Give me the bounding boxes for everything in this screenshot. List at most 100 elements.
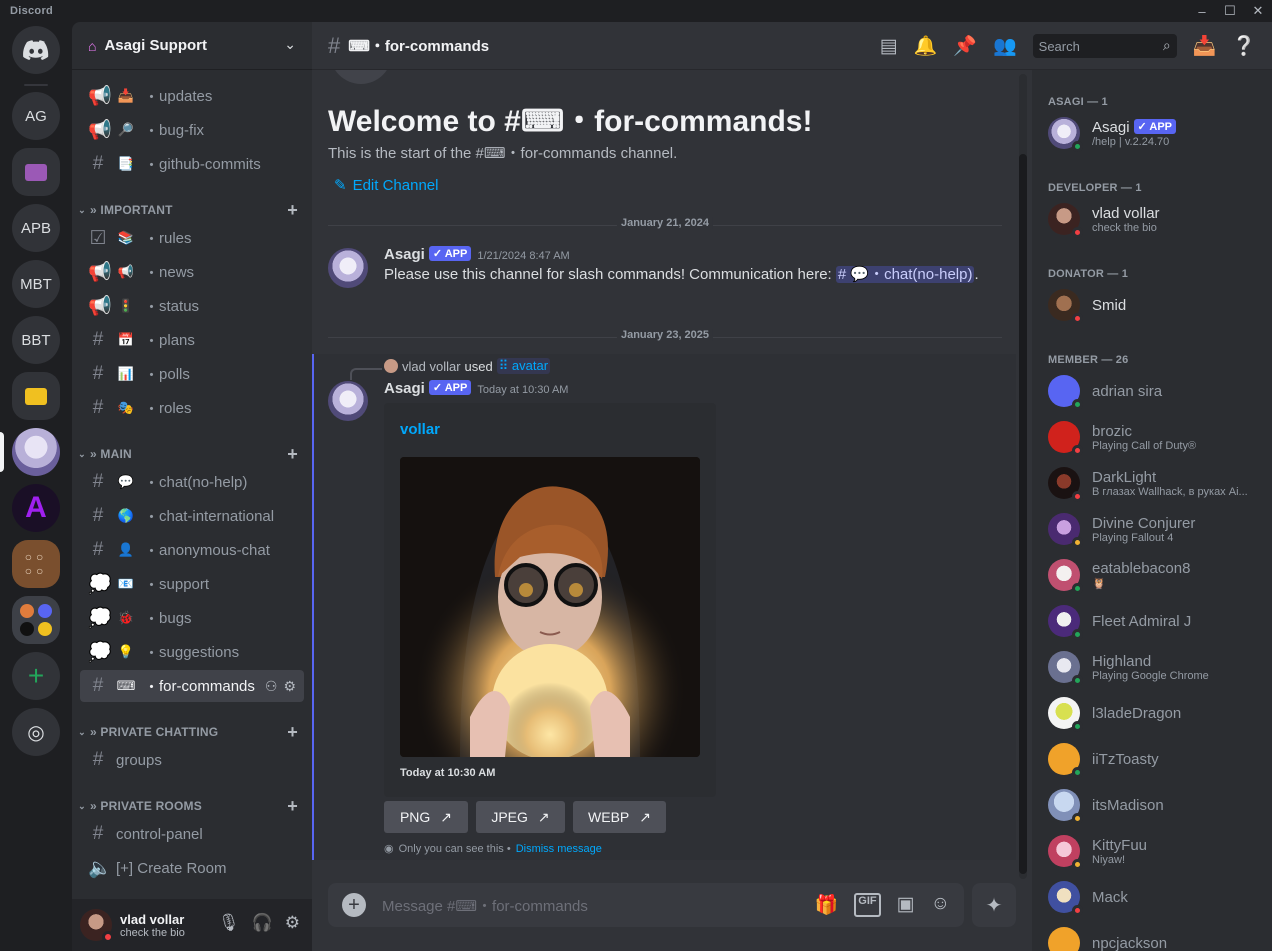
- server-folder-mixed[interactable]: [12, 596, 60, 644]
- server-folder-yellow[interactable]: [12, 372, 60, 420]
- avatar[interactable]: [80, 909, 114, 943]
- add-server-icon[interactable]: +: [12, 652, 60, 700]
- server-a-logo[interactable]: A: [12, 484, 60, 532]
- create-channel-icon[interactable]: +: [287, 444, 298, 465]
- webp-button[interactable]: WEBP ↗: [573, 801, 666, 833]
- guild-header[interactable]: ⌂ Asagi Support ⌄: [72, 22, 312, 70]
- member-item[interactable]: adrian sira: [1040, 370, 1264, 412]
- channel-news[interactable]: 📢 📢 ・ news: [80, 256, 304, 288]
- gift-icon[interactable]: 🎁: [815, 893, 839, 917]
- apps-button[interactable]: ✦: [972, 883, 1016, 927]
- dismiss-message-link[interactable]: Dismiss message: [516, 843, 602, 855]
- help-icon[interactable]: ❔: [1232, 34, 1256, 58]
- member-item[interactable]: Highland Playing Google Chrome: [1040, 646, 1264, 688]
- inbox-icon[interactable]: 📥: [1193, 34, 1217, 58]
- member-item[interactable]: Mack: [1040, 876, 1264, 918]
- channel-support[interactable]: 💭 📧 ・ support: [80, 568, 304, 600]
- member-item[interactable]: Asagi ✓ APP /help | v.2.24.70: [1040, 112, 1264, 154]
- channel-bug-fix[interactable]: 📢 🔎 ・ bug-fix: [80, 114, 304, 146]
- channel-mention[interactable]: # 💬・chat(no-help): [835, 266, 975, 283]
- server-ag[interactable]: AG: [12, 92, 60, 140]
- server-bbt[interactable]: BBT: [12, 316, 60, 364]
- server-asagi-support[interactable]: [12, 428, 60, 476]
- category-important[interactable]: ⌄ » IMPORTANT +: [76, 198, 308, 222]
- create-channel-icon[interactable]: +: [287, 796, 298, 817]
- member-item[interactable]: KittyFuu Niyaw!: [1040, 830, 1264, 872]
- server-folder-purple[interactable]: [12, 148, 60, 196]
- discover-compass-icon[interactable]: ◎: [12, 708, 60, 756]
- member-item[interactable]: brozic Playing Call of Duty®: [1040, 416, 1264, 458]
- channel-bugs[interactable]: 💭 🐞 ・ bugs: [80, 602, 304, 634]
- avatar-image[interactable]: [400, 457, 700, 757]
- channel-for-commands[interactable]: # ⌨ ・ for-commands ⚇ ⚙: [80, 670, 304, 702]
- channel-github-commits[interactable]: # 📑 ・ github-commits: [80, 148, 304, 180]
- sticker-icon[interactable]: ▣: [897, 893, 915, 917]
- invite-icon[interactable]: ⚇: [265, 678, 278, 695]
- edit-channel-link[interactable]: ✎ Edit Channel: [334, 176, 438, 195]
- message-author[interactable]: Asagi: [384, 380, 425, 397]
- channel-plans[interactable]: # 📅 ・ plans: [80, 324, 304, 356]
- create-channel-icon[interactable]: +: [287, 200, 298, 221]
- emoji-icon[interactable]: ☺: [931, 893, 950, 917]
- member-item[interactable]: l3ladeDragon: [1040, 692, 1264, 734]
- png-button[interactable]: PNG ↗: [384, 801, 468, 833]
- close-icon[interactable]: ✕: [1244, 0, 1272, 22]
- server-mbt[interactable]: MBT: [12, 260, 60, 308]
- bell-icon[interactable]: 🔔: [914, 34, 938, 58]
- attach-plus-icon[interactable]: +: [342, 893, 366, 917]
- channel-anonymous-chat[interactable]: # 👤 ・ anonymous-chat: [80, 534, 304, 566]
- server-folder-brown[interactable]: ○○ ○○: [12, 540, 60, 588]
- member-item[interactable]: Smid: [1040, 284, 1264, 326]
- jpeg-button[interactable]: JPEG ↗: [476, 801, 565, 833]
- channel-suggestions[interactable]: 💭 💡 ・ suggestions: [80, 636, 304, 668]
- member-item[interactable]: eatablebacon8 🦉: [1040, 554, 1264, 596]
- minimize-icon[interactable]: –: [1188, 0, 1216, 22]
- embed-title[interactable]: vollar: [400, 421, 440, 438]
- avatar[interactable]: [328, 248, 368, 288]
- server-apb[interactable]: APB: [12, 204, 60, 252]
- category-main[interactable]: ⌄ » MAIN +: [76, 442, 308, 466]
- create-channel-icon[interactable]: +: [287, 722, 298, 743]
- microphone-icon[interactable]: 🎙: [218, 913, 240, 933]
- reply-username[interactable]: vlad vollar: [402, 359, 461, 374]
- headphones-icon[interactable]: 🎧: [252, 913, 273, 933]
- member-item[interactable]: iiTzToasty: [1040, 738, 1264, 780]
- scrollbar[interactable]: [1019, 74, 1027, 879]
- scrollbar-thumb[interactable]: [1019, 154, 1027, 874]
- channel-chat-international[interactable]: # 🌎 ・ chat-international: [80, 500, 304, 532]
- gear-icon[interactable]: ⚙: [285, 913, 300, 933]
- threads-icon[interactable]: ▤: [880, 35, 898, 58]
- channel-control-panel[interactable]: # control-panel: [80, 818, 304, 850]
- date-label: January 23, 2025: [616, 329, 714, 341]
- member-item[interactable]: npcjackson: [1040, 922, 1264, 951]
- channel-status[interactable]: 📢 🚦 ・ status: [80, 290, 304, 322]
- channel-create-room[interactable]: 🔈 [+] Create Room: [80, 852, 304, 884]
- maximize-icon[interactable]: ☐: [1216, 0, 1244, 22]
- chevron-down-icon[interactable]: ⌄: [284, 36, 296, 53]
- pin-icon[interactable]: 📌: [953, 34, 977, 58]
- message-input[interactable]: Message #⌨・for-commands: [382, 895, 588, 916]
- member-item[interactable]: Divine Conjurer Playing Fallout 4: [1040, 508, 1264, 550]
- channel-rules[interactable]: ☑ 📚 ・ rules: [80, 222, 304, 254]
- channel-groups[interactable]: # groups: [80, 744, 304, 776]
- home-button[interactable]: [12, 26, 60, 74]
- gear-icon[interactable]: ⚙: [283, 678, 296, 695]
- channel-updates[interactable]: 📢 📥 ・ updates: [80, 80, 304, 112]
- slash-command-link[interactable]: ⠿ avatar: [496, 358, 551, 374]
- search-input[interactable]: Search ⌕: [1032, 34, 1177, 58]
- message-author[interactable]: Asagi: [384, 246, 425, 263]
- category-private-rooms[interactable]: ⌄ » PRIVATE ROOMS +: [76, 794, 308, 818]
- avatar[interactable]: [328, 381, 368, 421]
- category-private-chatting[interactable]: ⌄ » PRIVATE CHATTING +: [76, 720, 308, 744]
- channel-roles[interactable]: # 🎭 ・ roles: [80, 392, 304, 424]
- member-item[interactable]: Fleet Admiral J: [1040, 600, 1264, 642]
- member-item[interactable]: itsMadison: [1040, 784, 1264, 826]
- message-composer[interactable]: + Message #⌨・for-commands 🎁 GIF ▣ ☺: [328, 883, 964, 927]
- channel-label: updates: [159, 87, 213, 105]
- member-item[interactable]: DarkLight В глазах Wallhack, в руках Ai.…: [1040, 462, 1264, 504]
- member-list-icon[interactable]: 👥: [993, 34, 1017, 58]
- channel-polls[interactable]: # 📊 ・ polls: [80, 358, 304, 390]
- member-item[interactable]: vlad vollar check the bio: [1040, 198, 1264, 240]
- channel-chat-no-help[interactable]: # 💬 ・ chat(no-help): [80, 466, 304, 498]
- gif-icon[interactable]: GIF: [854, 893, 881, 917]
